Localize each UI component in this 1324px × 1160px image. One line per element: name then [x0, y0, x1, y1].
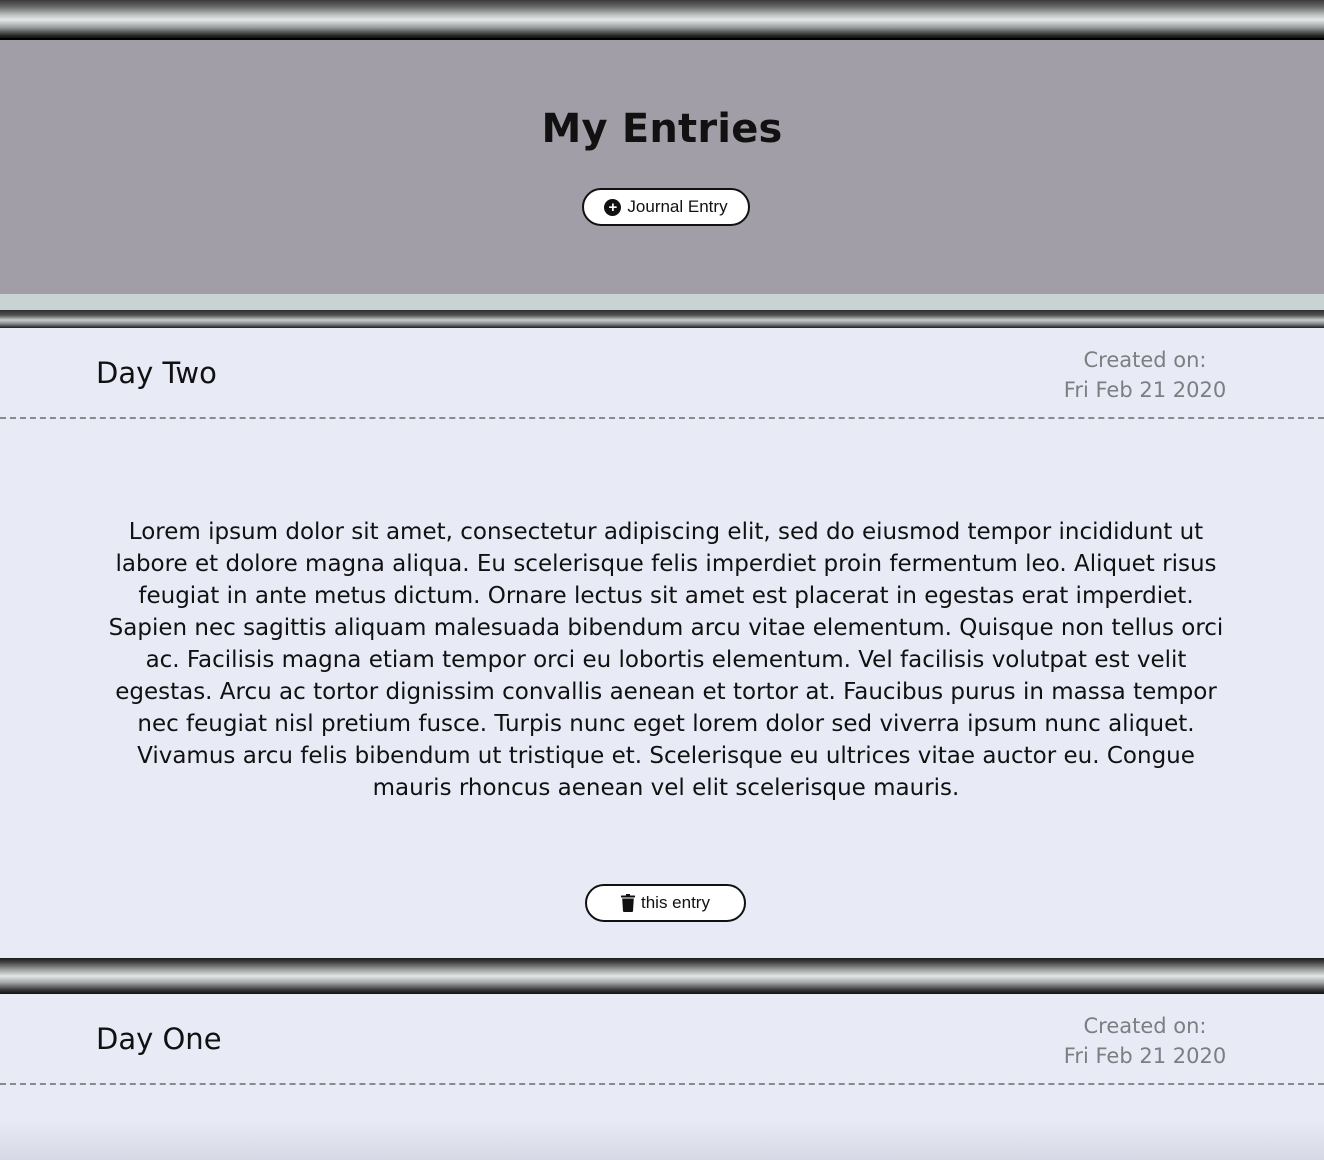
delete-entry-button[interactable]: this entry [585, 884, 746, 922]
add-journal-entry-label: Journal Entry [627, 197, 728, 216]
created-label: Created on: [1083, 1014, 1207, 1038]
entry-divider-rail [0, 958, 1324, 994]
bottom-shadow [0, 1120, 1324, 1160]
created-date: Fri Feb 21 2020 [1063, 1044, 1227, 1068]
created-date: Fri Feb 21 2020 [1063, 378, 1227, 402]
created-label: Created on: [1083, 348, 1207, 372]
plus-circle-icon: + [604, 198, 622, 216]
entry-body-text: Lorem ipsum dolor sit amet, consectetur … [108, 519, 1224, 801]
page-title: My Entries [541, 106, 783, 152]
header-bottom-strip [0, 294, 1324, 310]
trash-icon [621, 894, 635, 912]
entry-title: Day Two [96, 356, 217, 390]
entry-created-info: Created on: Fri Feb 21 2020 [1050, 1011, 1240, 1071]
top-metal-rail [0, 0, 1324, 40]
entry-header-divider [0, 1083, 1324, 1085]
page-header [0, 40, 1324, 294]
entry-title: Day One [96, 1022, 222, 1056]
entry-divider-rail [0, 310, 1324, 328]
entry-header-divider [0, 417, 1324, 419]
entry-created-info: Created on: Fri Feb 21 2020 [1050, 345, 1240, 405]
delete-entry-label: this entry [641, 893, 710, 912]
add-journal-entry-button[interactable]: + Journal Entry [582, 188, 750, 226]
